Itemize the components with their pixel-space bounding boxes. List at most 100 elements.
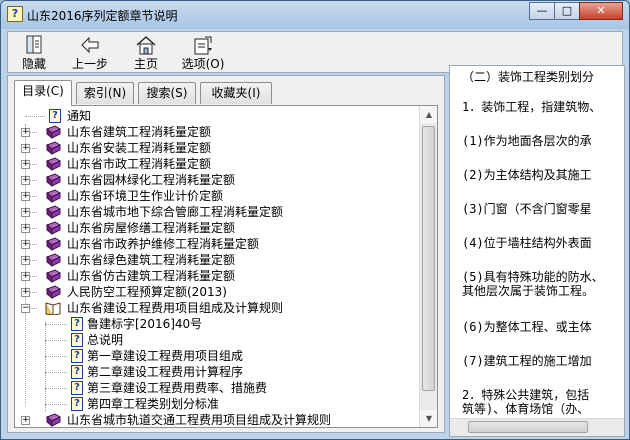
book-icon	[45, 285, 62, 300]
tree-guide-line	[45, 388, 67, 389]
options-button[interactable]: 选项(O)	[176, 34, 230, 71]
help-page-icon: ?	[71, 397, 83, 411]
help-page-icon: ?	[71, 349, 83, 363]
book-icon	[45, 173, 62, 188]
help-page-icon: ?	[71, 333, 83, 347]
tree-item-label: 山东省市政养护维修工程消耗量定额	[67, 237, 260, 251]
book-icon	[45, 269, 62, 284]
tree-item[interactable]: + 山东省园林绿化工程消耗量定额	[15, 172, 415, 188]
help-page-icon: ?	[71, 365, 83, 379]
window-controls: — □ ✕	[529, 2, 623, 20]
scroll-up-arrow-icon[interactable]: ▲	[420, 106, 437, 123]
tree-item-label: 山东省仿古建筑工程消耗量定额	[67, 269, 236, 283]
tree-guide-line	[45, 324, 67, 325]
tree-item[interactable]: + 山东省房屋修缮工程消耗量定额	[15, 220, 415, 236]
open-book-icon	[45, 301, 61, 316]
navigation-pane: 目录(C) 索引(N) 搜索(S) 收藏夹(I) ? 通知 + 山东省建筑工程消耗量定…	[7, 75, 445, 433]
maximize-button[interactable]: □	[554, 2, 580, 20]
expand-toggle-icon[interactable]: +	[21, 144, 30, 153]
book-icon	[45, 237, 62, 252]
tree-scroll-thumb[interactable]	[422, 126, 435, 391]
tree-item[interactable]: + 山东省环境卫生作业计价定额	[15, 188, 415, 204]
tree-item-label: 第四章工程类别划分标准	[87, 397, 220, 411]
app-window: ? 山东2016序列定额章节说明 — □ ✕ 隐藏 上一步 主页 选项(O) 目…	[0, 0, 630, 440]
tab-contents[interactable]: 目录(C)	[14, 80, 72, 106]
tree-guide-line	[45, 372, 67, 373]
tree-item-label: 山东省房屋修缮工程消耗量定额	[67, 221, 236, 235]
expand-toggle-icon[interactable]: +	[21, 176, 30, 185]
book-icon	[45, 189, 62, 204]
tree-item[interactable]: ? 通知	[15, 108, 415, 124]
tree-item[interactable]: + 山东省市政养护维修工程消耗量定额	[15, 236, 415, 252]
tree-item-label: 第一章建设工程费用项目组成	[87, 349, 244, 363]
hide-button[interactable]: 隐藏	[10, 34, 58, 71]
back-arrow-icon	[81, 36, 99, 54]
home-label: 主页	[133, 57, 158, 71]
book-icon	[45, 413, 62, 427]
tree-item-label: 山东省绿色建筑工程消耗量定额	[67, 253, 236, 267]
content-paragraph-line: (1)作为地面各层次的承	[462, 134, 592, 148]
tree-item[interactable]: ? 总说明	[15, 332, 415, 348]
expand-toggle-icon[interactable]: +	[21, 240, 30, 249]
minimize-button[interactable]: —	[529, 2, 555, 20]
expand-toggle-icon[interactable]: +	[21, 192, 30, 201]
tree-item[interactable]: + 山东省安装工程消耗量定额	[15, 140, 415, 156]
tab-search[interactable]: 搜索(S)	[138, 82, 196, 104]
content-paragraph-line: 筑等)、体育场馆（办、	[462, 402, 590, 416]
expand-toggle-icon[interactable]: +	[21, 224, 30, 233]
tree-item[interactable]: ? 鲁建标字[2016]40号	[15, 316, 415, 332]
tree-item-label: 第三章建设工程费用费率、措施费	[87, 381, 268, 395]
options-icon	[194, 36, 212, 55]
tree-item[interactable]: + 山东省市政工程消耗量定额	[15, 156, 415, 172]
collapse-toggle-icon[interactable]: −	[21, 304, 30, 313]
book-icon	[45, 141, 62, 156]
tree-item[interactable]: + 山东省建筑工程消耗量定额	[15, 124, 415, 140]
expand-toggle-icon[interactable]: +	[21, 208, 30, 217]
title-bar[interactable]: ? 山东2016序列定额章节说明 — □ ✕	[1, 1, 629, 29]
tree-item[interactable]: ? 第一章建设工程费用项目组成	[15, 348, 415, 364]
content-scroll-thumb[interactable]	[468, 421, 588, 433]
close-button[interactable]: ✕	[579, 2, 623, 20]
scroll-down-arrow-icon[interactable]: ▼	[420, 410, 437, 427]
expand-toggle-icon[interactable]: +	[21, 256, 30, 265]
tree-item-label: 人民防空工程预算定额(2013)	[67, 285, 227, 299]
tree-item[interactable]: ? 第二章建设工程费用计算程序	[15, 364, 415, 380]
window-title: 山东2016序列定额章节说明	[27, 9, 178, 23]
content-paragraph-line: (4)位于墙柱结构外表面	[462, 236, 592, 250]
tree-item-label: 山东省园林绿化工程消耗量定额	[67, 173, 236, 187]
expand-toggle-icon[interactable]: +	[21, 416, 30, 425]
expand-toggle-icon[interactable]: +	[21, 272, 30, 281]
help-page-icon: ?	[71, 317, 83, 331]
tree-item[interactable]: + 山东省仿古建筑工程消耗量定额	[15, 268, 415, 284]
home-button[interactable]: 主页	[122, 34, 170, 71]
tree-item[interactable]: ? 第四章工程类别划分标准	[15, 396, 415, 412]
tree-item-label: 鲁建标字[2016]40号	[87, 317, 203, 331]
content-paragraph-line: 2．特殊公共建筑，包括	[462, 388, 590, 402]
expand-toggle-icon[interactable]: +	[21, 288, 30, 297]
tree-item[interactable]: − 山东省建设工程费用项目组成及计算规则	[15, 300, 415, 316]
tree-item[interactable]: + 山东省绿色建筑工程消耗量定额	[15, 252, 415, 268]
content-paragraph-line: (7)建筑工程的施工增加	[462, 354, 592, 368]
home-icon	[136, 36, 156, 55]
content-paragraph-line: （二）装饰工程类别划分	[462, 70, 595, 84]
tree-item-label: 第二章建设工程费用计算程序	[87, 365, 244, 379]
tab-favorites[interactable]: 收藏夹(I)	[200, 82, 272, 104]
expand-toggle-icon[interactable]: +	[21, 160, 30, 169]
back-button[interactable]: 上一步	[66, 34, 114, 71]
tree-vertical-scrollbar[interactable]: ▲ ▼	[419, 106, 437, 427]
tab-index[interactable]: 索引(N)	[76, 82, 134, 104]
content-horizontal-scrollbar[interactable]	[450, 418, 624, 436]
tree-guide-line	[45, 356, 67, 357]
hide-pane-icon	[26, 35, 42, 54]
expand-toggle-icon[interactable]: +	[21, 128, 30, 137]
tree-guide-line	[45, 404, 67, 405]
tree-item[interactable]: + 人民防空工程预算定额(2013)	[15, 284, 415, 300]
tree-item[interactable]: + 山东省城市地下综合管廊工程消耗量定额	[15, 204, 415, 220]
tree-item-label: 山东省建设工程费用项目组成及计算规则	[67, 301, 284, 315]
book-icon	[45, 157, 62, 172]
tree-guide-line	[45, 340, 67, 341]
content-paragraph-line: (5)具有特殊功能的防水、	[462, 270, 604, 284]
tree-item-label: 山东省环境卫生作业计价定额	[67, 189, 224, 203]
tree-item[interactable]: ? 第三章建设工程费用费率、措施费	[15, 380, 415, 396]
tree-item-label: 通知	[67, 109, 92, 123]
